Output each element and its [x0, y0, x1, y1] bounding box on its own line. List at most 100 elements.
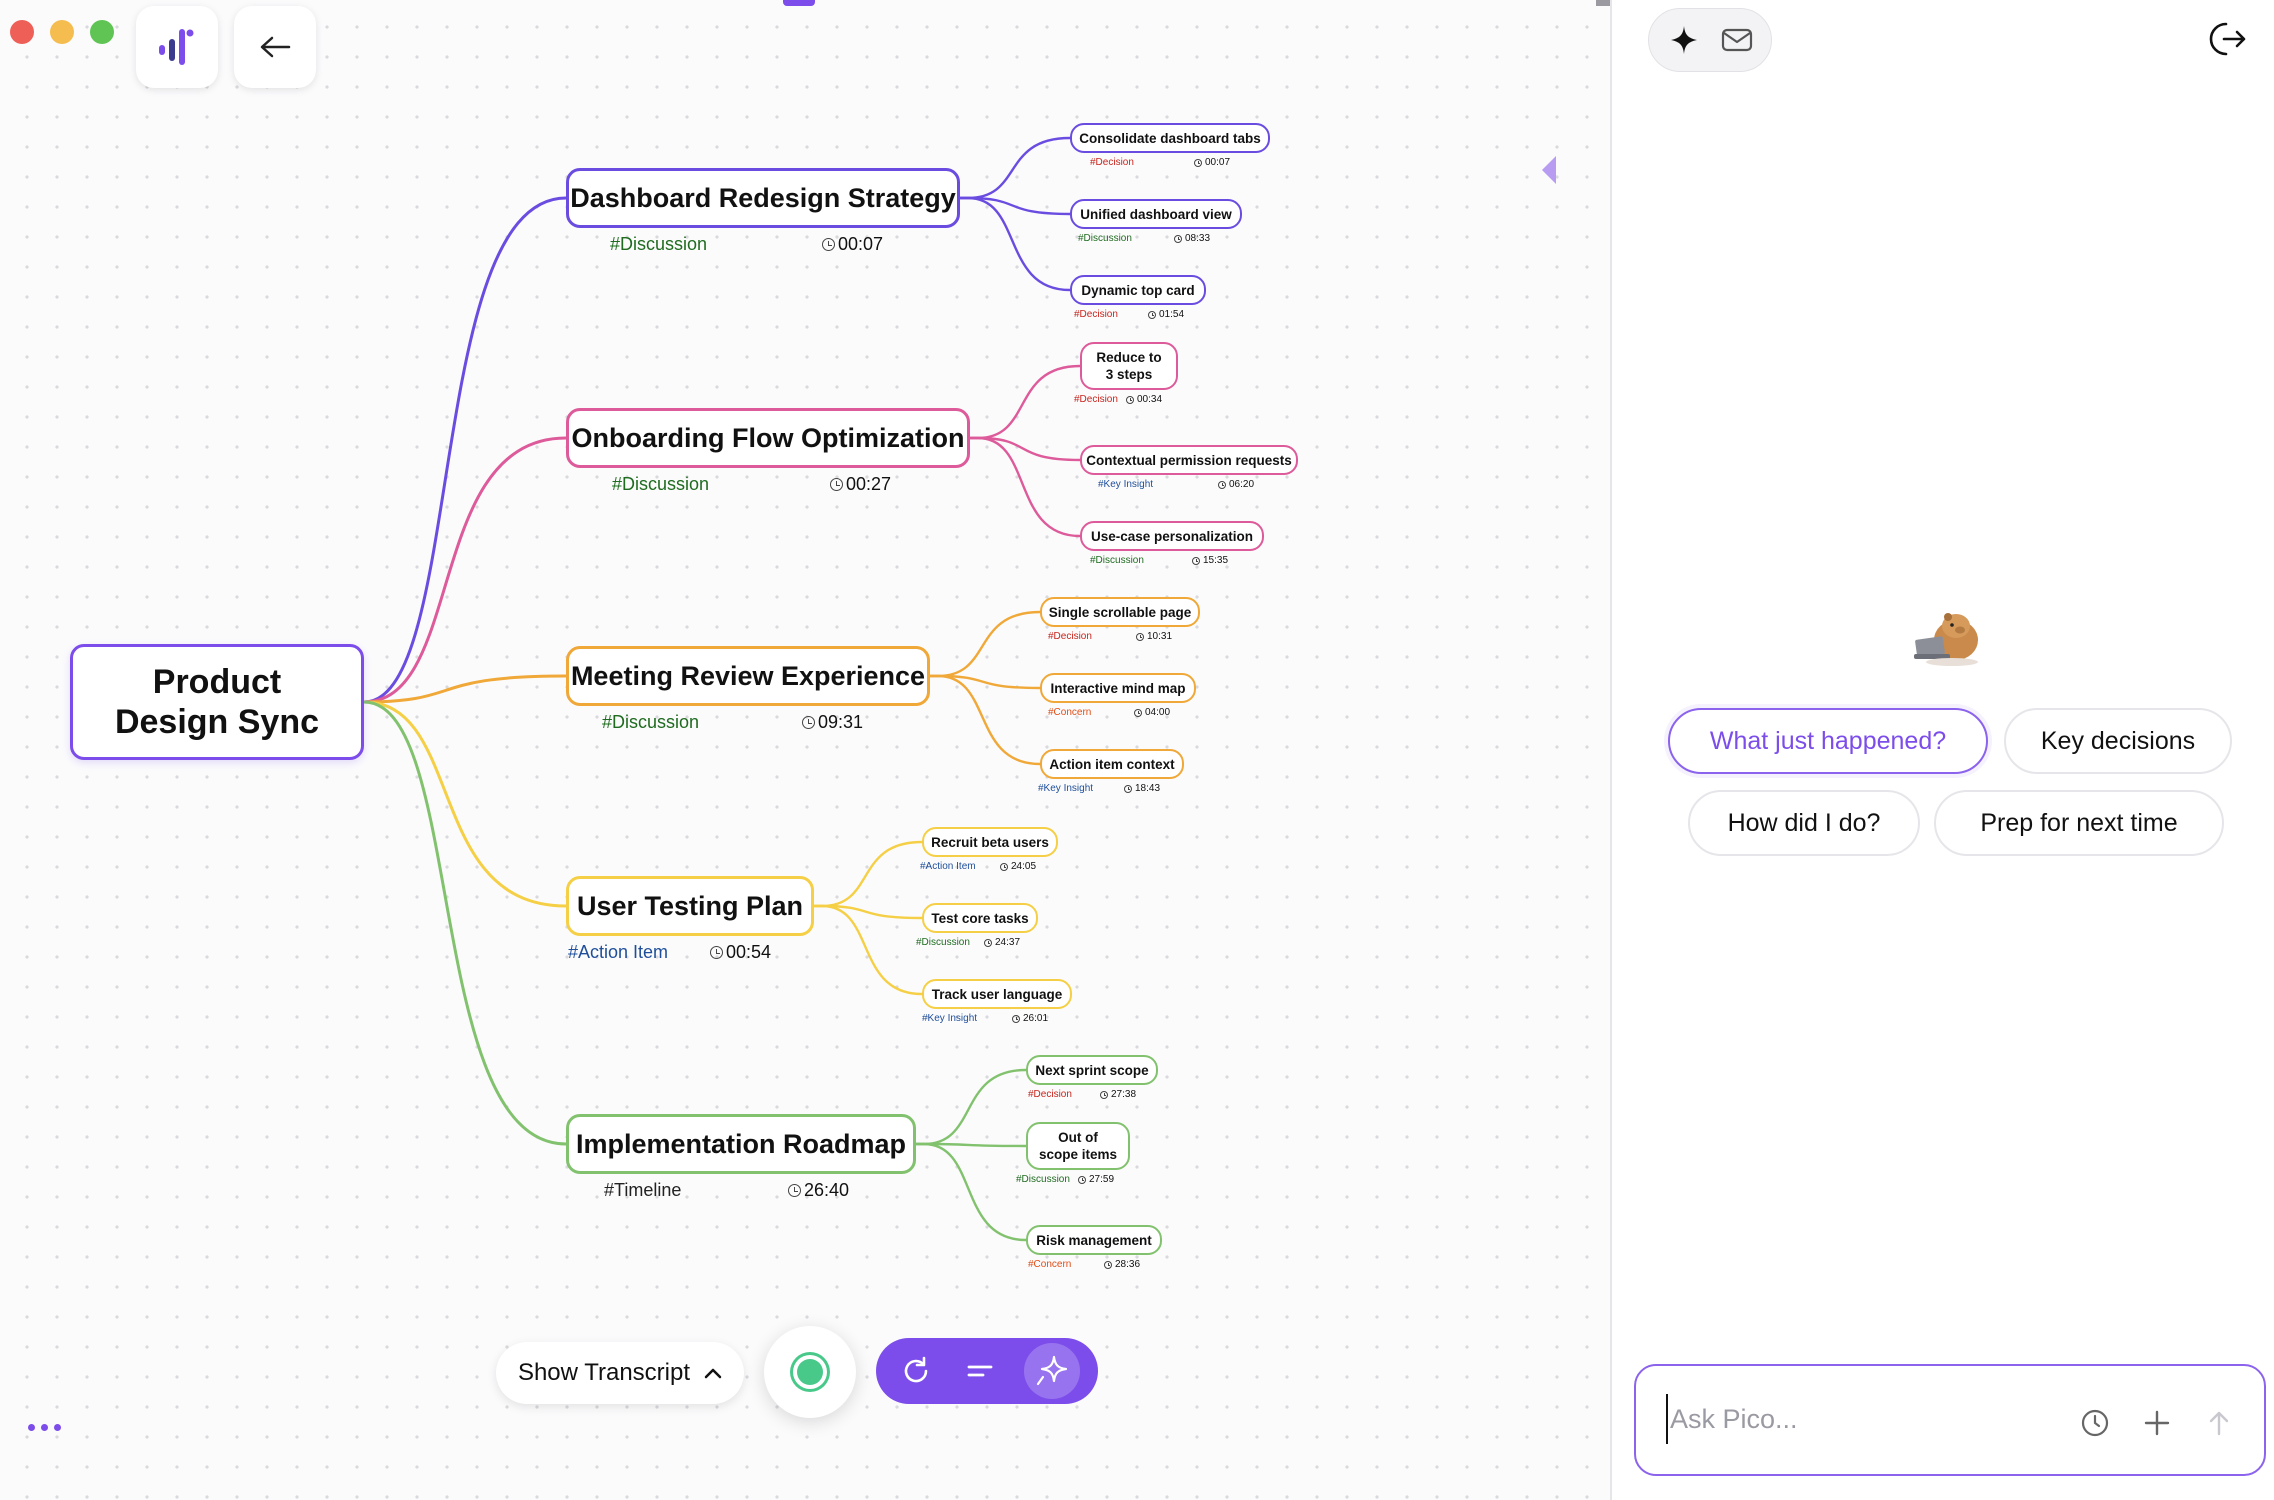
timestamp-label: 27:59 — [1089, 1174, 1115, 1185]
node-timestamp[interactable]: 24:37 — [984, 937, 1020, 948]
clock-icon — [1174, 234, 1182, 243]
mindmap-subtopic-node[interactable]: Contextual permission requests — [1080, 445, 1298, 475]
mindmap-topic-node[interactable]: User Testing Plan — [566, 876, 814, 936]
mindmap-subtopic-node[interactable]: Consolidate dashboard tabs — [1070, 123, 1270, 153]
node-tag: #Key Insight — [1098, 479, 1154, 490]
mindmap-connector — [968, 436, 1082, 462]
mindmap-subtopic-node[interactable]: Track user language — [922, 979, 1072, 1009]
node-timestamp[interactable]: 27:59 — [1078, 1174, 1114, 1185]
show-transcript-label: Show Transcript — [517, 1359, 691, 1386]
mindmap-subtopic-node[interactable]: Test core tasks — [922, 903, 1038, 933]
node-timestamp[interactable]: 00:54 — [710, 942, 771, 963]
mindmap-subtopic-node[interactable]: Interactive mind map — [1040, 673, 1196, 703]
node-tag: #Discussion — [1078, 233, 1132, 244]
clock-icon — [984, 938, 992, 947]
ask-composer — [1634, 1364, 2266, 1476]
ask-input[interactable] — [1666, 1394, 2046, 1444]
timestamp-label: 08:33 — [1185, 233, 1211, 244]
mindmap-root-node[interactable]: Product Design Sync — [70, 644, 364, 760]
clock-icon — [1100, 1090, 1108, 1099]
timestamp-label: 00:54 — [726, 942, 772, 962]
mindmap-topic-node[interactable]: Onboarding Flow Optimization — [566, 408, 970, 468]
timestamp-label: 04:00 — [1145, 707, 1171, 718]
mindmap-subtopic-node[interactable]: Out of scope items — [1026, 1122, 1130, 1170]
suggestion-chip-what-happened[interactable]: What just happened? — [1668, 708, 1988, 774]
arrow-up-icon[interactable] — [2204, 1408, 2234, 1438]
mindmap-topic-node[interactable]: Dashboard Redesign Strategy — [566, 168, 960, 228]
node-timestamp[interactable]: 00:07 — [1194, 157, 1230, 168]
node-timestamp[interactable]: 26:40 — [788, 1180, 849, 1201]
refresh-button[interactable] — [896, 1351, 936, 1391]
capybara-laptop-icon — [1912, 606, 1984, 668]
mindmap-subtopic-node[interactable]: Unified dashboard view — [1070, 199, 1242, 229]
clock-icon — [1136, 632, 1144, 641]
mindmap-connector — [362, 700, 568, 908]
node-timestamp[interactable]: 06:20 — [1218, 479, 1254, 490]
node-timestamp[interactable]: 28:36 — [1104, 1259, 1140, 1270]
node-timestamp[interactable]: 09:31 — [802, 712, 863, 733]
node-timestamp[interactable]: 00:07 — [822, 234, 883, 255]
suggestion-chip-how-did-i-do[interactable]: How did I do? — [1688, 790, 1920, 856]
node-timestamp[interactable]: 15:35 — [1192, 555, 1228, 566]
mindmap-connector — [812, 904, 924, 996]
mindmap-connector — [914, 1142, 1028, 1242]
node-timestamp[interactable]: 27:38 — [1100, 1089, 1136, 1100]
mindmap-connector — [928, 610, 1042, 678]
node-tag: #Concern — [1048, 707, 1092, 718]
node-timestamp[interactable]: 18:43 — [1124, 783, 1160, 794]
mindmap-subtopic-node[interactable]: Risk management — [1026, 1225, 1162, 1255]
mindmap-topic-node[interactable]: Meeting Review Experience — [566, 646, 930, 706]
mail-icon[interactable] — [1721, 27, 1753, 53]
node-timestamp[interactable]: 04:00 — [1134, 707, 1170, 718]
mindmap-subtopic-node[interactable]: Reduce to 3 steps — [1080, 342, 1178, 390]
node-tag: #Decision — [1090, 157, 1134, 168]
mindmap-subtopic-node[interactable]: Recruit beta users — [922, 827, 1058, 857]
show-transcript-button[interactable]: Show Transcript — [496, 1342, 744, 1404]
timestamp-label: 09:31 — [818, 712, 864, 732]
assistant-panel: What just happened? Key decisions How di… — [1610, 0, 2274, 1500]
timestamp-label: 10:31 — [1147, 631, 1173, 642]
mindmap-subtopic-node[interactable]: Action item context — [1040, 749, 1184, 779]
action-toolbar — [876, 1338, 1098, 1404]
clock-icon[interactable] — [2080, 1408, 2110, 1438]
clock-icon — [1126, 395, 1134, 404]
clock-icon — [1078, 1175, 1086, 1184]
mindmap-connector — [968, 436, 1082, 538]
ai-sparkle-button[interactable] — [1024, 1343, 1080, 1399]
node-timestamp[interactable]: 08:33 — [1174, 233, 1210, 244]
node-timestamp[interactable]: 01:54 — [1148, 309, 1184, 320]
timestamp-label: 28:36 — [1115, 1259, 1141, 1270]
mindmap-subtopic-node[interactable]: Next sprint scope — [1026, 1055, 1158, 1085]
node-timestamp[interactable]: 00:27 — [830, 474, 891, 495]
suggestion-chip-key-decisions[interactable]: Key decisions — [2004, 708, 2232, 774]
more-options-button[interactable] — [28, 1424, 61, 1431]
sparkle-icon[interactable] — [1667, 23, 1701, 57]
mindmap-canvas[interactable]: Product Design Sync Dashboard Redesign St… — [0, 0, 1610, 1500]
node-timestamp[interactable]: 26:01 — [1012, 1013, 1048, 1024]
clock-icon — [1104, 1260, 1112, 1269]
clock-icon — [1192, 556, 1200, 565]
suggestion-chip-prep-next-time[interactable]: Prep for next time — [1934, 790, 2224, 856]
node-tag: #Decision — [1028, 1089, 1072, 1100]
node-timestamp[interactable]: 24:05 — [1000, 861, 1036, 872]
node-tag: #Discussion — [1016, 1174, 1070, 1185]
timestamp-label: 00:27 — [846, 474, 892, 494]
node-timestamp[interactable]: 10:31 — [1136, 631, 1172, 642]
clock-icon — [1124, 784, 1132, 793]
node-tag: #Discussion — [610, 234, 708, 254]
mindmap-topic-node[interactable]: Implementation Roadmap — [566, 1114, 916, 1174]
timestamp-label: 24:05 — [1011, 861, 1037, 872]
mindmap-subtopic-node[interactable]: Dynamic top card — [1070, 275, 1206, 305]
mindmap-subtopic-node[interactable]: Single scrollable page — [1040, 597, 1200, 627]
record-button[interactable] — [764, 1326, 856, 1418]
mindmap-subtopic-node[interactable]: Use-case personalization — [1080, 521, 1264, 551]
node-tag: #Action Item — [920, 861, 976, 872]
plus-icon[interactable] — [2142, 1408, 2172, 1438]
clock-icon — [788, 1184, 801, 1197]
timestamp-label: 00:07 — [838, 234, 884, 254]
clock-icon — [1134, 708, 1142, 717]
summary-button[interactable] — [960, 1351, 1000, 1391]
exit-button[interactable] — [2208, 18, 2250, 64]
node-timestamp[interactable]: 00:34 — [1126, 394, 1162, 405]
clock-icon — [1218, 480, 1226, 489]
